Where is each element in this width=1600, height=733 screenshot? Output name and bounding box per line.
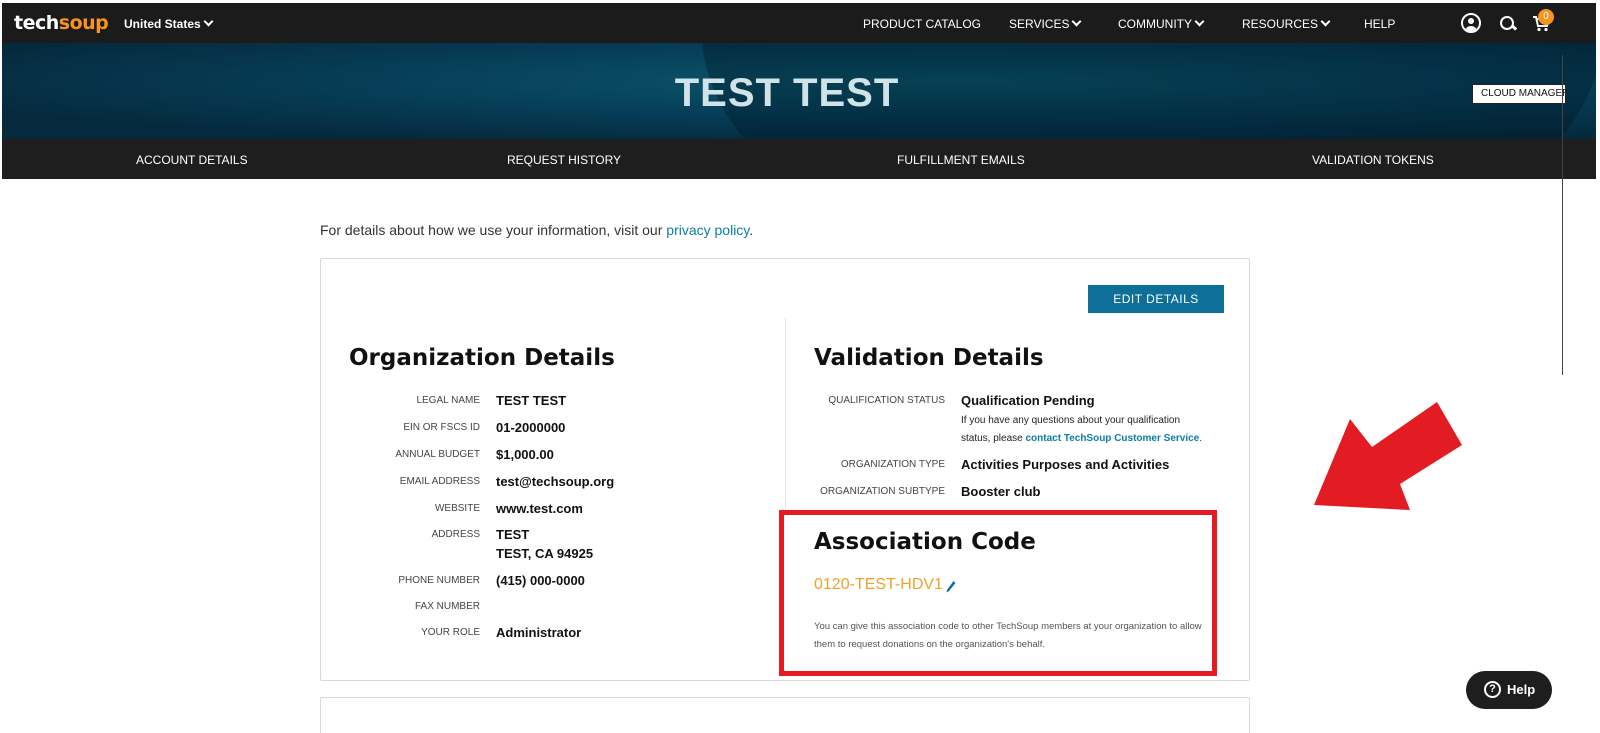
question-mark-icon: ? <box>1484 681 1501 698</box>
website-value: www.test.com <box>496 501 583 516</box>
association-code-heading: Association Code <box>814 529 1036 555</box>
ein-value: 01-2000000 <box>496 420 566 435</box>
organization-subtype-value: Booster club <box>961 484 1041 499</box>
column-divider <box>785 318 786 508</box>
top-navigation: techsoup United States PRODUCT CATALOG S… <box>2 3 1596 43</box>
organization-details-heading: Organization Details <box>349 345 615 371</box>
your-role-value: Administrator <box>496 625 582 640</box>
address-line-2: TEST, CA 94925 <box>496 546 594 561</box>
nav-label: PRODUCT CATALOG <box>863 17 982 31</box>
chevron-down-icon <box>1194 16 1205 27</box>
logo-text-soup: soup <box>58 12 109 34</box>
help-button[interactable]: ? Help <box>1466 671 1552 709</box>
edit-details-button[interactable]: EDIT DETAILS <box>1088 285 1224 313</box>
contact-customer-service-link[interactable]: contact TechSoup Customer Service <box>1025 433 1199 444</box>
nav-help[interactable]: HELP <box>1364 17 1395 31</box>
nav-label: SERVICES <box>1009 17 1070 31</box>
tab-validation-tokens[interactable]: VALIDATION TOKENS <box>1312 153 1434 167</box>
red-arrow-annotation <box>1314 402 1462 510</box>
legal-name-value: TEST TEST <box>496 393 567 408</box>
privacy-policy-link[interactable]: privacy policy <box>666 222 749 238</box>
qualification-note-line-2: status, please contact TechSoup Customer… <box>961 433 1202 444</box>
privacy-end: . <box>749 222 754 238</box>
account-banner: TEST TEST <box>2 43 1596 139</box>
nav-community[interactable]: COMMUNITY <box>1118 16 1205 31</box>
logo-text-tech: tech <box>14 12 59 34</box>
account-tabs: ACCOUNT DETAILS REQUEST HISTORY FULFILLM… <box>2 139 1596 179</box>
tab-account-details[interactable]: ACCOUNT DETAILS <box>136 153 248 167</box>
address-line-1: TEST <box>496 527 530 542</box>
chevron-down-icon <box>203 16 214 27</box>
ein-label: EIN OR FSCS ID <box>403 422 480 433</box>
tab-fulfillment-emails[interactable]: FULFILLMENT EMAILS <box>897 153 1025 167</box>
privacy-text: For details about how we use your inform… <box>320 222 667 238</box>
website-label: WEBSITE <box>434 503 480 514</box>
user-account-icon[interactable] <box>1461 13 1481 33</box>
annual-budget-label: ANNUAL BUDGET <box>395 449 480 460</box>
email-address-value: test@techsoup.org <box>496 474 615 489</box>
nav-resources[interactable]: RESOURCES <box>1242 16 1331 31</box>
annual-budget-value: $1,000.00 <box>496 447 554 462</box>
account-name-title: TEST TEST <box>674 71 900 115</box>
organization-subtype-label: ORGANIZATION SUBTYPE <box>820 486 945 497</box>
cloud-manager-button[interactable]: CLOUD MANAGER <box>1472 84 1566 104</box>
privacy-notice: For details about how we use your inform… <box>320 222 753 238</box>
address-label: ADDRESS <box>431 529 480 540</box>
note-text: status, please <box>961 433 1026 444</box>
nav-label: COMMUNITY <box>1118 17 1192 31</box>
scrollbar[interactable] <box>1562 55 1563 375</box>
nav-services[interactable]: SERVICES <box>1009 16 1082 31</box>
region-selector[interactable]: United States <box>124 16 214 31</box>
nav-label: RESOURCES <box>1242 17 1319 31</box>
email-address-label: EMAIL ADDRESS <box>399 476 480 487</box>
note-end: . <box>1199 433 1203 444</box>
qualification-note-line-1: If you have any questions about your qua… <box>961 415 1181 426</box>
validation-details-heading: Validation Details <box>814 345 1044 371</box>
phone-number-label: PHONE NUMBER <box>398 575 480 586</box>
organization-type-label: ORGANIZATION TYPE <box>840 459 945 470</box>
cart-count-badge: 0 <box>1538 9 1554 25</box>
region-label: United States <box>124 17 201 31</box>
organization-type-value: Activities Purposes and Activities <box>961 457 1170 472</box>
nav-product-catalog[interactable]: PRODUCT CATALOG <box>863 17 981 31</box>
legal-name-label: LEGAL NAME <box>416 395 480 406</box>
association-code-value: 0120-TEST-HDV1 <box>814 576 943 593</box>
your-role-label: YOUR ROLE <box>421 627 480 638</box>
chevron-down-icon <box>1072 16 1082 27</box>
nav-label: HELP <box>1364 17 1396 31</box>
techsoup-logo[interactable]: techsoup <box>14 12 109 34</box>
edit-pencil-icon[interactable] <box>946 580 956 594</box>
tab-request-history[interactable]: REQUEST HISTORY <box>507 153 621 167</box>
search-icon[interactable] <box>1500 16 1515 31</box>
next-card <box>320 697 1250 733</box>
phone-number-value: (415) 000-0000 <box>496 573 585 588</box>
association-code-description: You can give this association code to ot… <box>814 621 1202 650</box>
help-button-label: Help <box>1507 682 1536 697</box>
chevron-down-icon <box>1320 16 1331 27</box>
fax-number-label: FAX NUMBER <box>414 601 480 612</box>
qualification-status-value: Qualification Pending <box>961 393 1095 408</box>
qualification-status-label: QUALIFICATION STATUS <box>828 395 945 406</box>
